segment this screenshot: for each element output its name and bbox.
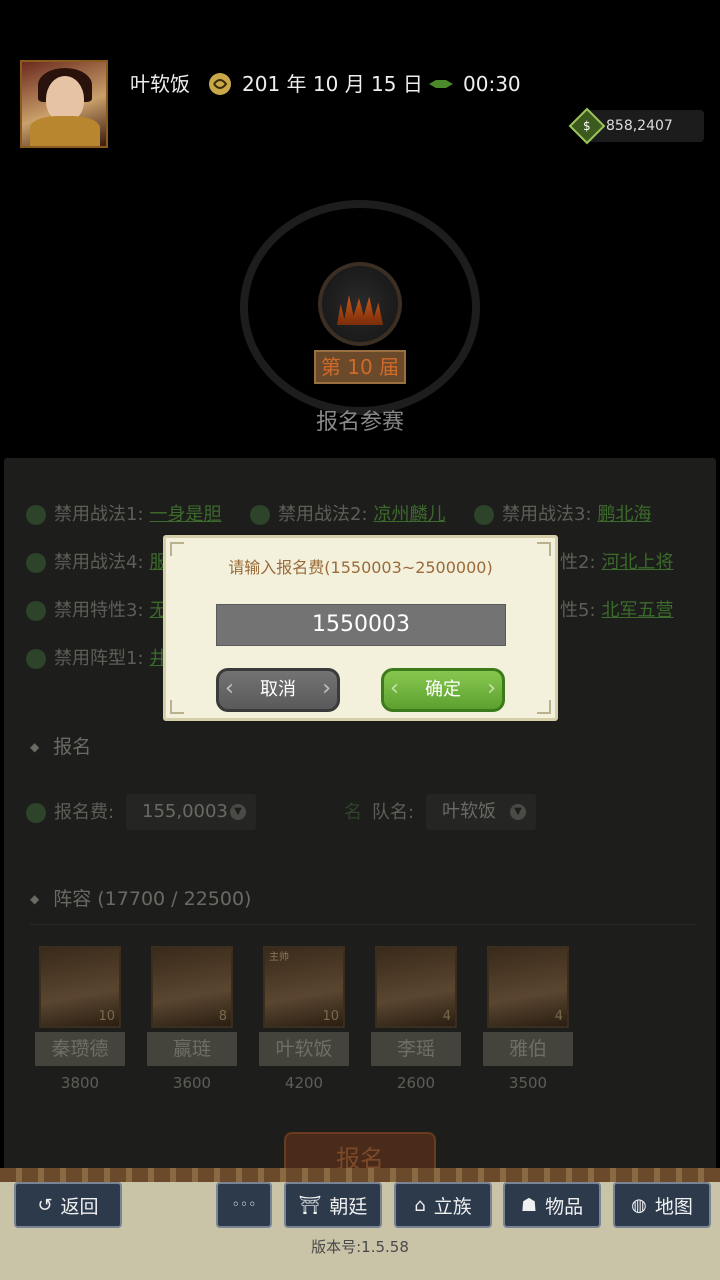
player-name: 叶软饭 xyxy=(130,72,190,96)
chevron-down-icon: ▼ xyxy=(230,804,246,820)
dragon-icon xyxy=(26,601,46,621)
banned-trait-2-link[interactable]: 河北上将 xyxy=(602,552,674,573)
bag-icon: ☗ xyxy=(520,1194,538,1216)
banned-skill-1: 禁用战法1: 一身是胆 xyxy=(26,500,222,526)
hero-card[interactable]: 主帅 10 叶软饭 4200 xyxy=(259,946,349,1092)
edition-label: 第 10 届 xyxy=(314,350,406,384)
banned-skill-2-link[interactable]: 凉州麟儿 xyxy=(374,504,446,525)
banned-skill-1-link[interactable]: 一身是胆 xyxy=(150,504,222,525)
team-icon: 名 xyxy=(344,802,362,823)
more-icon: ◦◦◦ xyxy=(231,1197,257,1213)
hero-portrait: 8 xyxy=(151,946,233,1028)
divider xyxy=(30,924,696,925)
palace-icon: ⛩ xyxy=(298,1194,322,1216)
fee-label: 报名费: xyxy=(26,798,114,824)
hero-value: 3500 xyxy=(508,1074,548,1092)
hero-portrait: 主帅 10 xyxy=(263,946,345,1028)
hero-portrait: 10 xyxy=(39,946,121,1028)
chevron-down-icon: ▼ xyxy=(510,804,526,820)
time-icon xyxy=(428,70,454,98)
fee-input-dialog: 请输入报名费(1550003~2500000) 1550003 取消 确定 xyxy=(163,535,558,721)
items-button[interactable]: ☗ 物品 xyxy=(503,1182,601,1228)
banned-trait-3: 禁用特性3: 无 xyxy=(26,596,168,622)
banned-trait-2: 性2: 河北上将 xyxy=(560,552,674,573)
leaf-icon xyxy=(474,505,494,525)
game-date: 201 年 10 月 15 日 xyxy=(242,72,423,96)
bar-border xyxy=(0,1168,720,1182)
enroll-section-title: 报名 xyxy=(30,732,91,759)
banned-trait-5-link[interactable]: 北军五营 xyxy=(602,600,674,621)
confirm-button[interactable]: 确定 xyxy=(381,668,505,712)
banned-skill-4: 禁用战法4: 服 xyxy=(26,548,168,574)
back-arrow-icon: ↺ xyxy=(37,1194,53,1216)
hero-card[interactable]: 4 李瑶 2600 xyxy=(371,946,461,1092)
hero-card[interactable]: 10 秦瓒德 3800 xyxy=(35,946,125,1092)
more-button[interactable]: ◦◦◦ xyxy=(216,1182,272,1228)
coin-icon xyxy=(26,803,46,823)
season-icon xyxy=(208,70,232,98)
hero-name: 雅伯 xyxy=(483,1032,573,1066)
game-time: 00:30 xyxy=(463,72,521,96)
mask-icon xyxy=(250,505,270,525)
fee-select[interactable]: 155,0003 ▼ xyxy=(126,794,256,830)
back-button[interactable]: ↺ 返回 xyxy=(14,1182,122,1228)
money-value: 858,2407 xyxy=(606,118,673,134)
banned-formation-1: 禁用阵型1: 井 xyxy=(26,644,168,670)
banned-skill-3-link[interactable]: 鹏北海 xyxy=(598,504,652,525)
house-icon: ⌂ xyxy=(414,1194,426,1216)
version-label: 版本号:1.5.58 xyxy=(311,1238,409,1256)
clan-button[interactable]: ⌂ 立族 xyxy=(394,1182,492,1228)
player-avatar[interactable] xyxy=(20,60,108,148)
hero-name: 李瑶 xyxy=(371,1032,461,1066)
hero-value: 4200 xyxy=(284,1074,324,1092)
banned-trait-5: 性5: 北军五营 xyxy=(560,600,674,621)
banned-skill-2: 禁用战法2: 凉州麟儿 xyxy=(250,500,446,526)
hero-portrait: 4 xyxy=(487,946,569,1028)
helmet-icon xyxy=(26,505,46,525)
globe-icon: ◍ xyxy=(631,1194,647,1216)
cancel-button[interactable]: 取消 xyxy=(216,668,340,712)
hero-name: 叶软饭 xyxy=(259,1032,349,1066)
court-button[interactable]: ⛩ 朝廷 xyxy=(284,1182,382,1228)
commander-badge: 主帅 xyxy=(269,952,289,963)
fee-input[interactable]: 1550003 xyxy=(216,604,506,646)
hero-card[interactable]: 8 赢琏 3600 xyxy=(147,946,237,1092)
hero-value: 2600 xyxy=(396,1074,436,1092)
dialog-prompt: 请输入报名费(1550003~2500000) xyxy=(228,558,493,577)
hero-value: 3800 xyxy=(60,1074,100,1092)
money-counter[interactable]: $ 858,2407 xyxy=(568,107,704,145)
hero-card[interactable]: 4 雅伯 3500 xyxy=(483,946,573,1092)
hero-portrait: 4 xyxy=(375,946,457,1028)
eagle-icon xyxy=(26,553,46,573)
map-button[interactable]: ◍ 地图 xyxy=(613,1182,711,1228)
lineup-section-title: 阵容 (17700 / 22500) xyxy=(30,884,251,911)
hero-name: 秦瓒德 xyxy=(35,1032,125,1066)
money-bag-icon: $ xyxy=(568,107,606,145)
hero-value: 3600 xyxy=(172,1074,212,1092)
formation-icon xyxy=(26,649,46,669)
page-title: 报名参赛 xyxy=(315,410,404,435)
hero-name: 赢琏 xyxy=(147,1032,237,1066)
banned-skill-3: 禁用战法3: 鹏北海 xyxy=(474,500,652,526)
team-name-select[interactable]: 叶软饭 ▼ xyxy=(426,794,536,830)
team-label: 名队名: xyxy=(344,802,415,823)
